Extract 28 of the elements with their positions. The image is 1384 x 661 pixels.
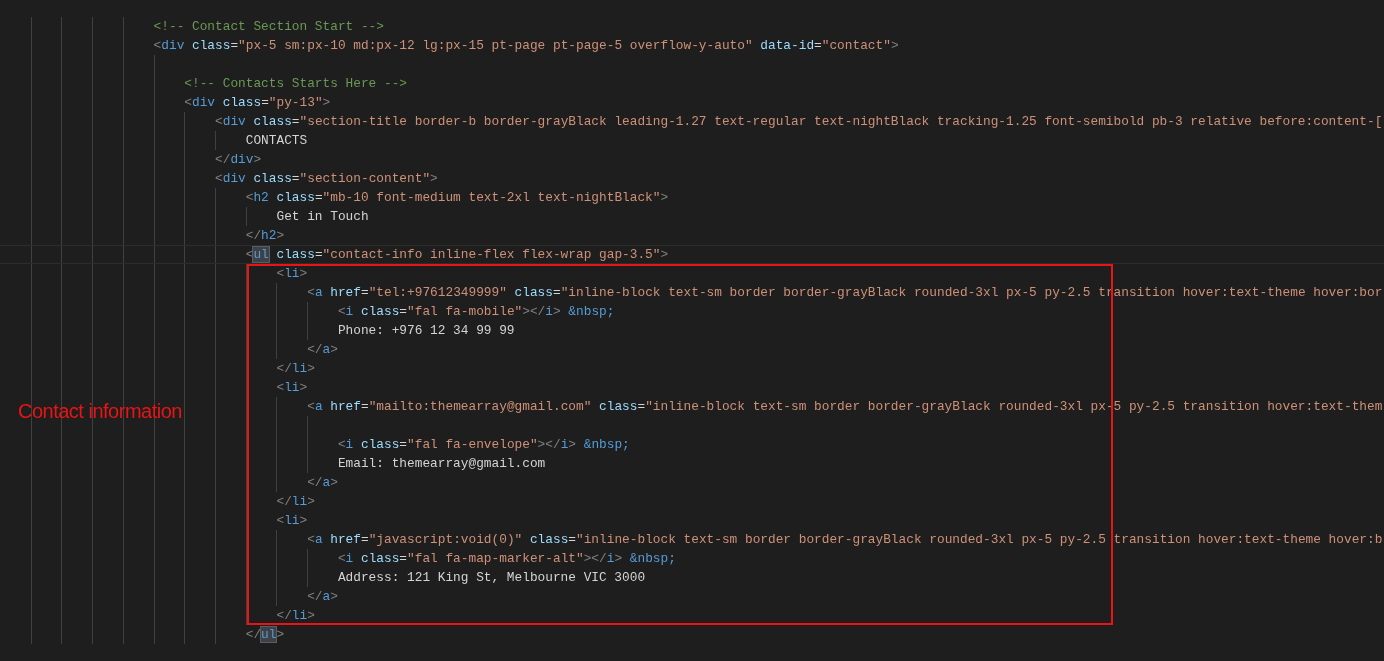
code-line: <li> bbox=[276, 265, 308, 283]
code-line: </h2> bbox=[245, 227, 285, 245]
code-line: <a href="javascript:void(0)" class="inline-block text-sm border border-grayBlack rounded-3xl px-5 py-2.5 transition hover:text-theme hover:b bbox=[307, 531, 1383, 549]
code-line: <div class="px-5 sm:px-10 md:px-12 lg:px-15 pt-page pt-page-5 overflow-y-auto" data-id="contact"> bbox=[153, 37, 899, 55]
code-line: <i class="fal fa-envelope"></i> &nbsp; bbox=[337, 436, 630, 454]
code-line: </div> bbox=[215, 151, 262, 169]
code-line: Email: themearray@gmail.com bbox=[337, 455, 546, 473]
annotation-label: Contact information bbox=[18, 400, 182, 423]
code-line: <i class="fal fa-map-marker-alt"></i> &nbsp; bbox=[337, 550, 676, 568]
code-line: </a> bbox=[307, 588, 338, 606]
code-line: </li> bbox=[276, 493, 315, 511]
code-line: </a> bbox=[307, 474, 338, 492]
code-line: <div class="section-title border-b border-grayBlack leading-1.27 text-regular text-nightBlack tracking-1.25 font-semibold pb-3 relative before:content-[ bbox=[215, 113, 1383, 131]
code-line: <i class="fal fa-mobile"></i> &nbsp; bbox=[337, 303, 615, 321]
code-line: <h2 class="mb-10 font-medium text-2xl text-nightBlack"> bbox=[245, 189, 669, 207]
code-line: <!-- Contacts Starts Here --> bbox=[184, 75, 407, 93]
code-line: <li> bbox=[276, 512, 308, 530]
code-line: Get in Touch bbox=[276, 208, 369, 226]
code-line: </li> bbox=[276, 607, 315, 625]
code-line: <!-- Contact Section Start --> bbox=[153, 18, 384, 36]
code-line: </a> bbox=[307, 341, 338, 359]
code-line: <div class="section-content"> bbox=[215, 170, 438, 188]
code-line: Address: 121 King St, Melbourne VIC 3000 bbox=[337, 569, 646, 587]
code-line: <li> bbox=[276, 379, 308, 397]
code-line: </li> bbox=[276, 360, 315, 378]
code-line: CONTACTS bbox=[245, 132, 308, 150]
code-line: Phone: +976 12 34 99 99 bbox=[337, 322, 515, 340]
code-line: <div class="py-13"> bbox=[184, 94, 331, 112]
